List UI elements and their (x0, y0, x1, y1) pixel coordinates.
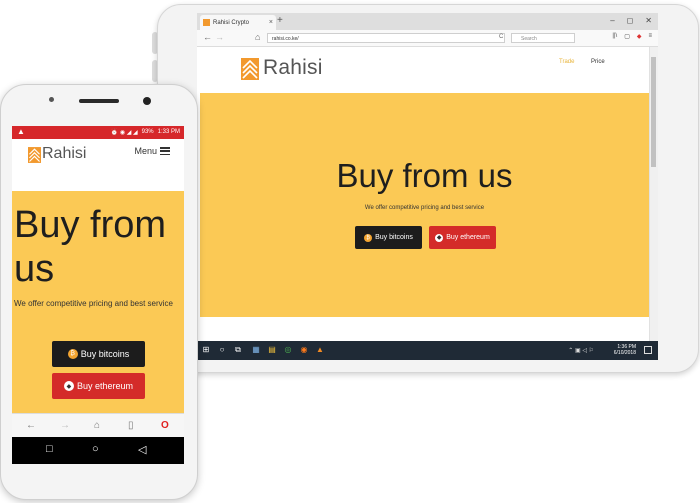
hamburger-icon (160, 147, 170, 155)
browser-navbar: ← → ⌂ rahisi.co.ke/ C Search ||\ ▢ ◆ ≡ (197, 30, 658, 47)
windows-taskbar: ⊞ ○ ⧉ ▦ ▤ ◎ ◉ ▲ ⌃ ▣ ◁ ⚐ 1:36 PM 6/10/201… (197, 341, 658, 360)
window-controls: – ◻ ✕ (610, 16, 652, 25)
notification-icon[interactable] (644, 346, 652, 354)
shield-icon[interactable]: ◆ (637, 33, 642, 40)
recents-icon[interactable]: □ (46, 443, 53, 455)
system-tray-icons[interactable]: ⌃ ▣ ◁ ⚐ (568, 347, 594, 354)
hero-title: Buy from us (336, 157, 513, 194)
brand-name[interactable]: Rahisi (42, 145, 86, 163)
status-right: ⏰ ◉ ◢ ◢ 93% 1:33 PM (111, 129, 180, 136)
browser-titlebar: Rahisi Crypto × + – ◻ ✕ (197, 13, 658, 30)
mobile-browser-bar: ← → ⌂ ▯ O (12, 413, 184, 438)
hero-section: Buy from us We offer competitive pricing… (200, 93, 649, 317)
maximize-icon[interactable]: ◻ (627, 16, 634, 25)
store-icon[interactable]: ▦ (251, 345, 261, 355)
file-explorer-icon[interactable]: ▤ (267, 345, 277, 355)
page-scrollbar[interactable] (649, 47, 658, 341)
phone-speaker (79, 99, 119, 103)
phone-camera (143, 97, 151, 105)
bitcoin-icon: ₿ (364, 233, 373, 242)
home-icon[interactable]: ⌂ (94, 420, 100, 431)
back-icon[interactable]: ← (26, 420, 36, 431)
buy-bitcoins-label: Buy bitcoins (375, 234, 413, 241)
nav-link-trade[interactable]: Trade (559, 59, 574, 65)
forward-icon[interactable]: → (215, 32, 224, 42)
battery-level: 93% (141, 129, 154, 135)
buy-bitcoins-button[interactable]: ₿ Buy bitcoins (355, 226, 422, 249)
menu-icon[interactable]: ≡ (648, 33, 652, 40)
browser-tab[interactable]: Rahisi Crypto × (200, 15, 276, 30)
forward-icon[interactable]: → (60, 420, 70, 431)
buy-ethereum-button[interactable]: ◆ Buy ethereum (52, 373, 145, 399)
site-header: Rahisi Trade Price (197, 47, 649, 93)
phone-screen: ▲ ⏰ ◉ ◢ ◢ 93% 1:33 PM Rahisi Menu Buy fr… (12, 126, 184, 464)
close-icon[interactable]: ✕ (645, 16, 652, 25)
home-circle-icon[interactable]: ○ (92, 443, 99, 455)
url-bar[interactable]: rahisi.co.ke/ (267, 33, 505, 43)
clock-date: 6/10/2018 (613, 350, 636, 356)
status-icons: ⏰ ◉ ◢ ◢ (110, 130, 138, 136)
phone-status-bar: ▲ ⏰ ◉ ◢ ◢ 93% 1:33 PM (12, 126, 184, 139)
task-view-icon[interactable]: ⧉ (233, 345, 243, 355)
rahisi-logo-icon (28, 147, 41, 163)
opera-icon[interactable]: O (161, 420, 169, 431)
firefox-icon[interactable]: ◉ (299, 345, 309, 355)
menu-label: Menu (134, 146, 157, 156)
nav-link-price[interactable]: Price (591, 59, 605, 65)
minimize-icon[interactable]: – (610, 16, 614, 25)
android-back-icon[interactable]: ◁ (138, 443, 146, 456)
clock[interactable]: 1:36 PM 6/10/2018 (614, 344, 636, 356)
reload-icon[interactable]: C (499, 34, 503, 40)
reader-icon[interactable]: ▢ (624, 33, 630, 40)
phone-site-header: Rahisi Menu (12, 139, 184, 191)
toolbar-icons: ||\ ▢ ◆ ≡ (612, 33, 652, 40)
menu-button[interactable]: Menu (134, 146, 170, 156)
start-icon[interactable]: ⊞ (201, 345, 211, 355)
back-icon[interactable]: ← (203, 32, 212, 42)
tab-title: Rahisi Crypto (213, 19, 250, 26)
cortana-icon[interactable]: ○ (217, 345, 227, 355)
phone-sensor (49, 97, 54, 102)
search-input[interactable]: Search (511, 33, 575, 43)
brand-name[interactable]: Rahisi (263, 56, 323, 80)
scrollbar-thumb[interactable] (651, 57, 656, 167)
warning-icon: ▲ (17, 127, 25, 136)
ethereum-icon: ◆ (435, 233, 444, 242)
new-tab-icon[interactable]: + (277, 16, 283, 26)
url-text: rahisi.co.ke/ (272, 36, 299, 42)
buy-ethereum-button[interactable]: ◆ Buy ethereum (429, 226, 496, 249)
buy-bitcoins-button[interactable]: ₿ Buy bitcoins (52, 341, 145, 367)
hero-title: Buy from us (14, 204, 167, 290)
status-time: 1:33 PM (157, 129, 180, 135)
bitcoin-icon: ₿ (67, 349, 78, 359)
search-placeholder: Search (521, 36, 537, 42)
buy-bitcoins-label: Buy bitcoins (80, 349, 130, 359)
library-icon[interactable]: ||\ (612, 33, 617, 40)
vlc-icon[interactable]: ▲ (315, 345, 325, 355)
phone-hero-section: Buy from us We offer competitive pricing… (12, 191, 184, 413)
buy-ethereum-label: Buy ethereum (446, 234, 490, 241)
hero-subtitle: We offer competitive pricing and best se… (364, 205, 485, 211)
ethereum-icon: ◆ (63, 381, 74, 391)
tablet-screen: Rahisi Crypto × + – ◻ ✕ ← → ⌂ rahisi.co.… (197, 13, 658, 360)
tab-close-icon[interactable]: × (269, 19, 273, 26)
home-icon[interactable]: ⌂ (255, 32, 260, 42)
tabs-icon[interactable]: ▯ (128, 420, 134, 431)
buy-ethereum-label: Buy ethereum (76, 381, 134, 391)
favicon-icon (203, 19, 210, 26)
chrome-icon[interactable]: ◎ (283, 345, 293, 355)
android-nav-bar: □ ○ ◁ (12, 437, 184, 464)
rahisi-logo-icon (241, 58, 259, 80)
hero-subtitle: We offer competitive pricing and best se… (14, 299, 173, 308)
